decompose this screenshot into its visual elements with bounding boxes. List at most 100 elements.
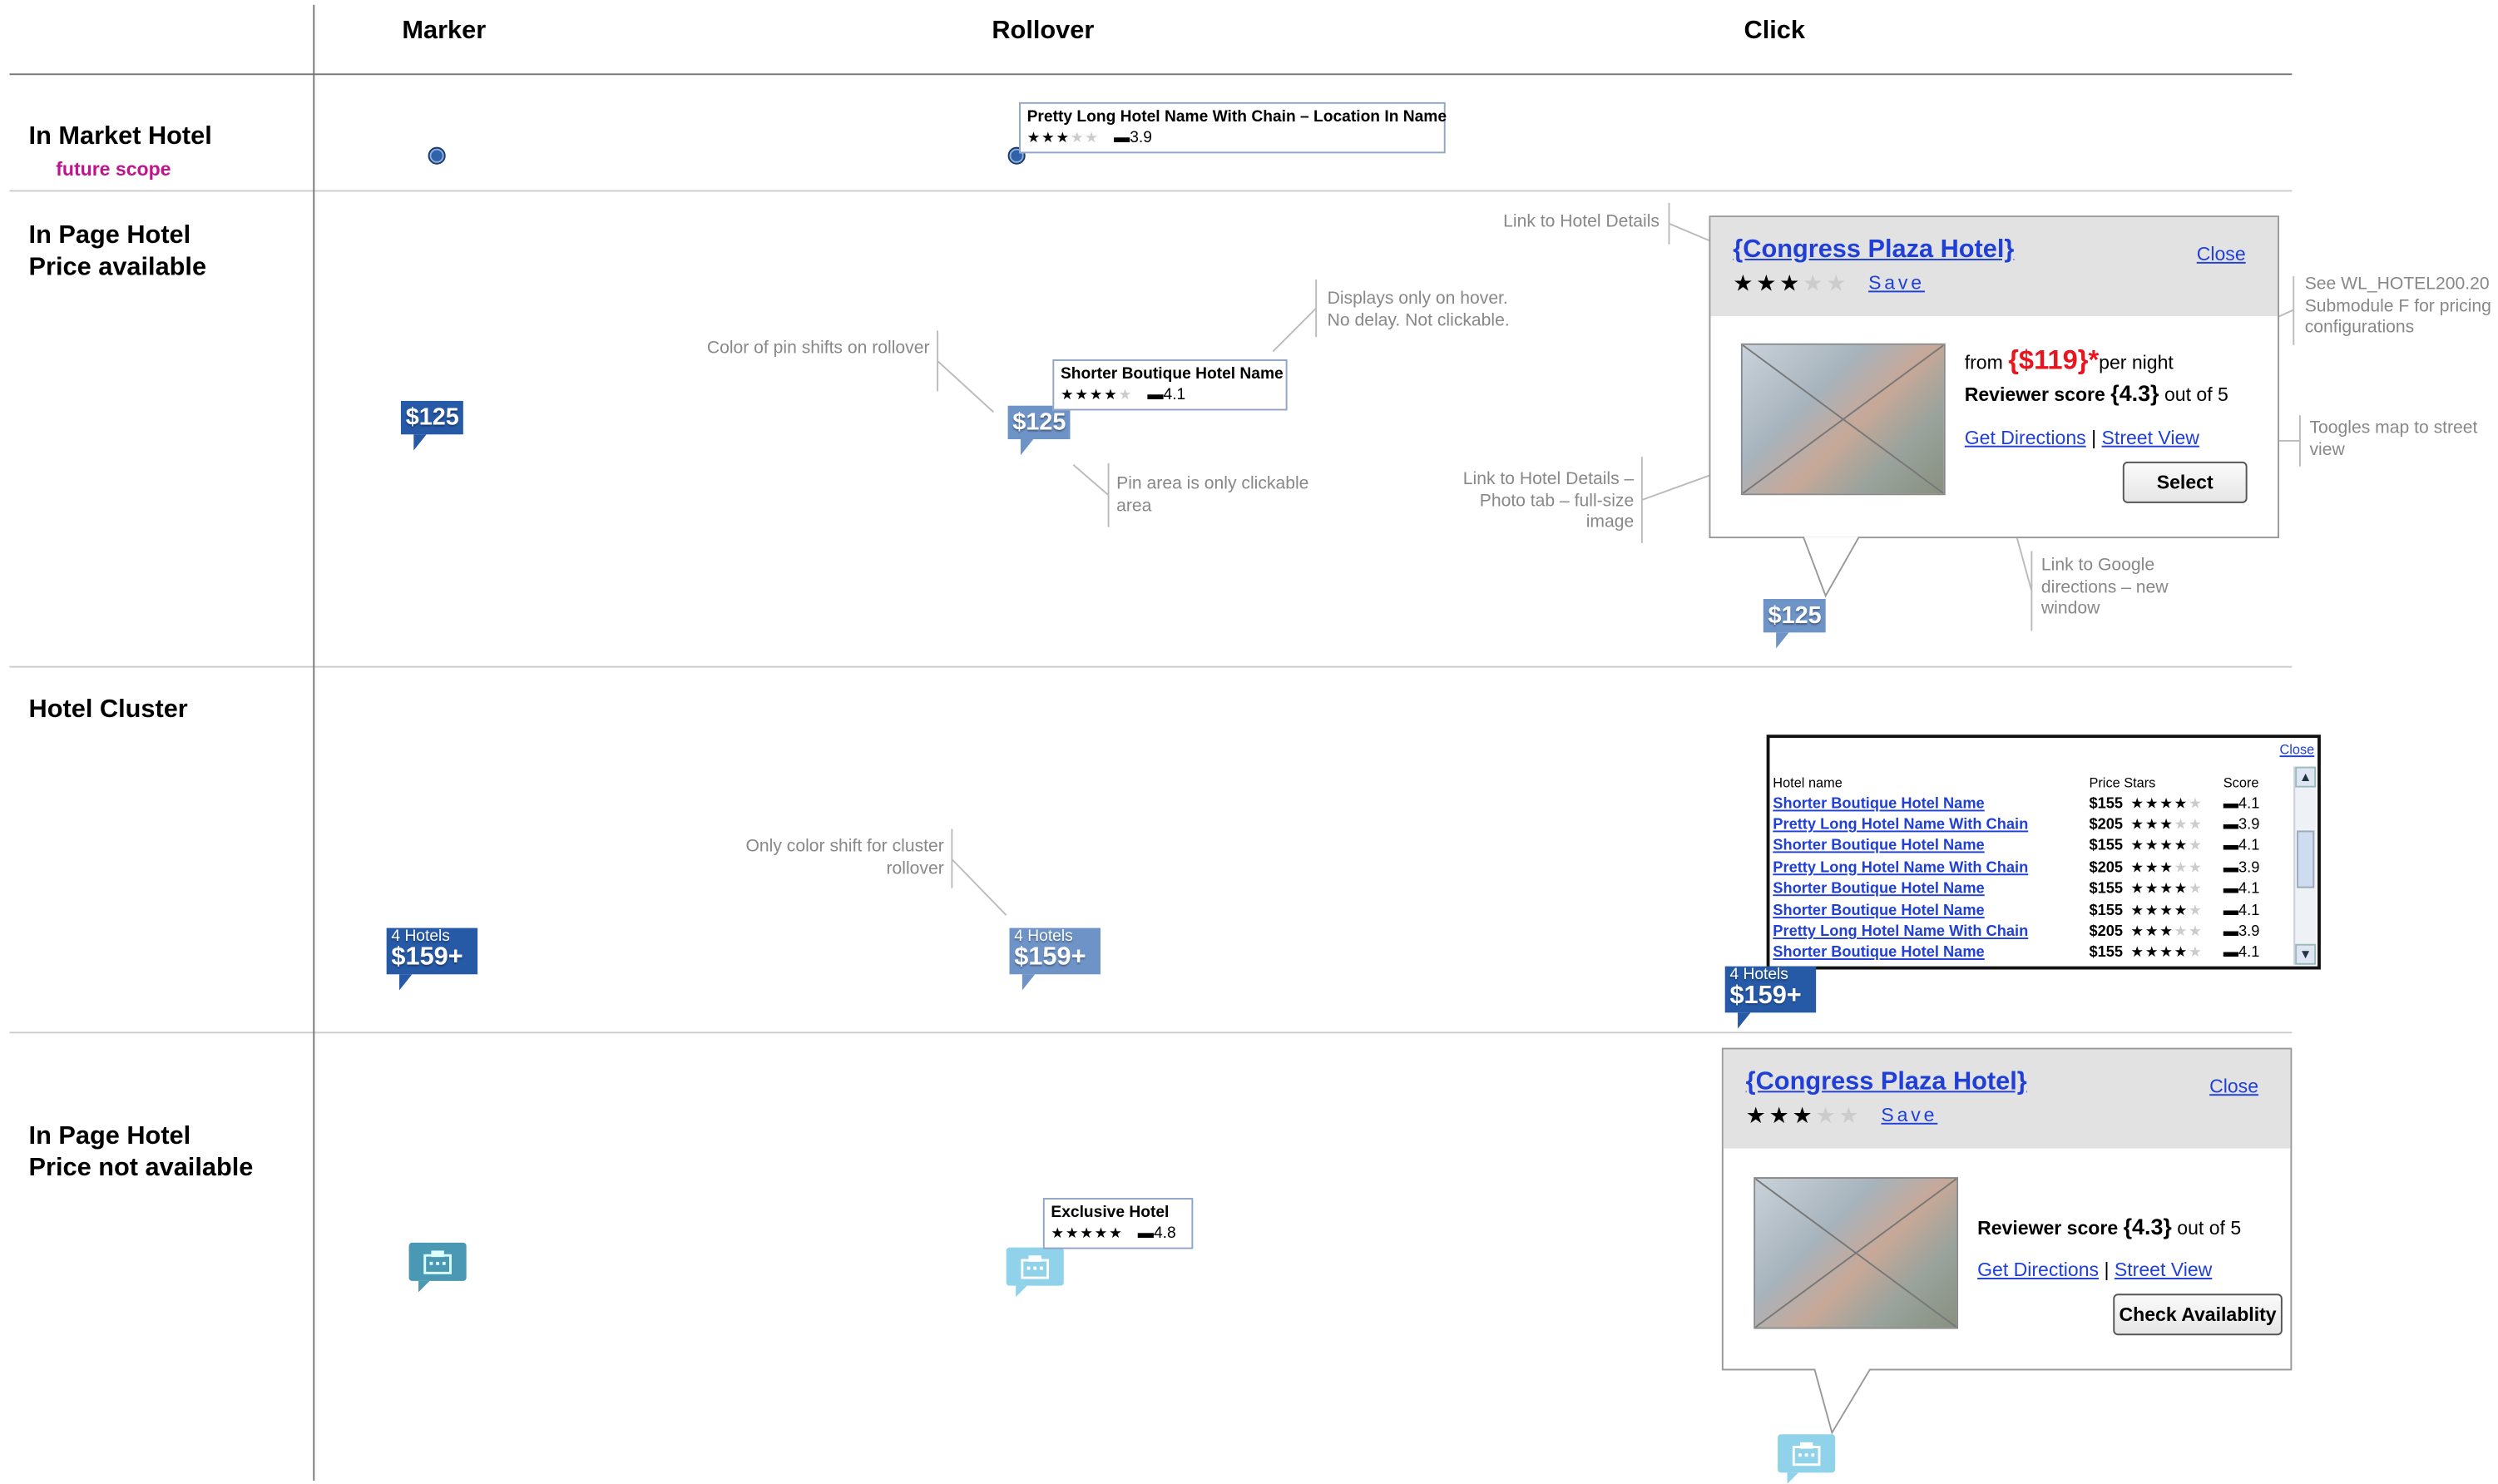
hotel-name-cell: Shorter Boutique Hotel Name xyxy=(1773,878,2089,900)
row-divider xyxy=(9,190,2293,192)
hotel-building-icon[interactable] xyxy=(1778,1434,1836,1484)
tooltip-hotel-name: Shorter Boutique Hotel Name xyxy=(1060,365,1284,383)
stars-cell: ★★★★★ xyxy=(2130,901,2204,918)
score-cell: ▬4.1 xyxy=(2223,837,2260,855)
price-cell: $155 xyxy=(2089,837,2124,855)
tooltip-hotel-name: Exclusive Hotel xyxy=(1051,1204,1170,1222)
check-availability-button[interactable]: Check Availablity xyxy=(2113,1294,2283,1336)
annotation-photo-tab: Link to Hotel Details – Photo tab – full… xyxy=(1462,469,1635,532)
review-score: ▬3.9 xyxy=(1113,129,1152,147)
hotel-name-link[interactable]: Shorter Boutique Hotel Name xyxy=(1773,794,1984,812)
price-pin-hover[interactable]: $125 xyxy=(1007,405,1071,456)
tooltip-hotel-name: Pretty Long Hotel Name With Chain – Loca… xyxy=(1026,108,1447,126)
close-link[interactable]: Close xyxy=(2197,243,2246,265)
review-score: ▬4.8 xyxy=(1137,1224,1176,1243)
price-cell: $155 xyxy=(2089,794,2124,813)
future-scope-note: future scope xyxy=(56,158,171,181)
cluster-pin[interactable]: 4 Hotels $159+ xyxy=(386,928,478,991)
price-cell: $205 xyxy=(2089,858,2124,877)
table-row[interactable]: Shorter Boutique Hotel Name $155 ★★★★★ ▬4.1 xyxy=(1773,793,2292,814)
nightly-price: {$119}* xyxy=(2008,344,2100,376)
score-cell: ▬4.1 xyxy=(2223,880,2260,898)
reviewer-score-line: Reviewer score {4.3} out of 5 xyxy=(1964,379,2228,406)
hotel-building-icon[interactable] xyxy=(1006,1247,1064,1298)
table-row[interactable]: Shorter Boutique Hotel Name $155 ★★★★★ ▬4.1 xyxy=(1773,900,2292,922)
hotel-name-link[interactable]: Shorter Boutique Hotel Name xyxy=(1773,880,1984,898)
hotel-name-link[interactable]: Pretty Long Hotel Name With Chain xyxy=(1773,859,2028,877)
hotel-title-link[interactable]: {Congress Plaza Hotel} xyxy=(1733,236,2255,265)
hotel-photo[interactable] xyxy=(1740,343,1946,496)
get-directions-link[interactable]: Get Directions xyxy=(1977,1259,2099,1281)
price-pin-selected[interactable]: $125 xyxy=(1763,599,1827,649)
close-link[interactable]: Close xyxy=(2209,1075,2258,1097)
card-header: {Congress Plaza Hotel} Close ★★★★★ Save xyxy=(1723,1049,2291,1149)
hotel-name-link[interactable]: Pretty Long Hotel Name With Chain xyxy=(1773,816,2028,834)
header-divider xyxy=(9,73,2293,76)
review-score: ▬4.1 xyxy=(1147,386,1186,404)
price-pin[interactable]: $125 xyxy=(400,400,464,451)
chevron-up-icon[interactable]: ▲ xyxy=(2295,766,2317,788)
save-link[interactable]: Save xyxy=(1881,1104,1937,1126)
stars-cell: ★★★★★ xyxy=(2130,816,2204,833)
star-rating: ★★★★★ xyxy=(1026,129,1100,146)
street-view-link[interactable]: Street View xyxy=(2102,427,2199,449)
table-row[interactable]: Shorter Boutique Hotel Name $155 ★★★★★ ▬4.1 xyxy=(1773,836,2292,858)
annotation-pin-color: Color of pin shifts on rollover xyxy=(706,339,930,359)
star-rating: ★★★★★ Save xyxy=(1745,1101,1938,1128)
hotel-name-link[interactable]: Shorter Boutique Hotel Name xyxy=(1773,944,1984,962)
table-row[interactable]: Shorter Boutique Hotel Name $155 ★★★★★ ▬4.1 xyxy=(1773,942,2292,964)
score-cell: ▬4.1 xyxy=(2223,901,2260,920)
column-header-score: Score xyxy=(2223,774,2259,790)
stars-cell: ★★★★★ xyxy=(2130,858,2204,875)
hover-tooltip: Pretty Long Hotel Name With Chain – Loca… xyxy=(1019,101,1447,154)
card-header: {Congress Plaza Hotel} Close ★★★★★ Save xyxy=(1710,217,2278,317)
score-cell: ▬4.1 xyxy=(2223,794,2260,813)
cluster-pin-selected[interactable]: 4 Hotels $159+ xyxy=(1724,966,1817,1029)
star-rating: ★★★★★ Save xyxy=(1733,270,1925,296)
annotation-hotel-details: Link to Hotel Details xyxy=(1503,212,1660,232)
label-column-divider xyxy=(313,4,315,1481)
select-button[interactable]: Select xyxy=(2122,461,2248,503)
scrollbar-thumb[interactable] xyxy=(2297,830,2315,888)
get-directions-link[interactable]: Get Directions xyxy=(1965,427,2086,449)
table-row[interactable]: Pretty Long Hotel Name With Chain $205 ★★★… xyxy=(1773,921,2292,942)
annotation-pin-area: Pin area is only clickable area xyxy=(1116,474,1309,516)
close-link[interactable]: Close xyxy=(2279,741,2314,757)
annotation-hover: Displays only on hover. No delay. Not cl… xyxy=(1327,289,1510,330)
hover-tooltip: Exclusive Hotel ★★★★★ ▬4.8 xyxy=(1042,1198,1194,1249)
hotel-name-link[interactable]: Shorter Boutique Hotel Name xyxy=(1773,902,1984,919)
hotel-name-cell: Pretty Long Hotel Name With Chain xyxy=(1773,814,2089,836)
column-header-marker: Marker xyxy=(402,17,487,45)
star-rating: ★★★★★ xyxy=(1051,1224,1124,1241)
hotel-building-icon[interactable] xyxy=(408,1242,467,1293)
spec-canvas: Marker Rollover Click In Market Hotel fu… xyxy=(0,0,2498,1484)
row-divider xyxy=(9,665,2293,668)
save-link[interactable]: Save xyxy=(1868,271,1925,294)
hotel-name-cell: Pretty Long Hotel Name With Chain xyxy=(1773,857,2089,878)
hotel-title-link[interactable]: {Congress Plaza Hotel} xyxy=(1746,1069,2268,1098)
hotel-info-card-no-price: {Congress Plaza Hotel} Close ★★★★★ Save R… xyxy=(1721,1047,2293,1371)
price-cell: $155 xyxy=(2089,901,2124,920)
card-pointer xyxy=(1813,1368,1872,1435)
table-row[interactable]: Shorter Boutique Hotel Name $155 ★★★★★ ▬4.1 xyxy=(1773,878,2292,900)
row-divider xyxy=(9,1031,2293,1034)
chevron-down-icon[interactable]: ▼ xyxy=(2295,943,2317,965)
hover-tooltip: Shorter Boutique Hotel Name ★★★★★ ▬4.1 xyxy=(1052,359,1288,411)
column-header-rollover: Rollover xyxy=(992,17,1095,45)
hotel-name-link[interactable]: Pretty Long Hotel Name With Chain xyxy=(1773,923,2028,941)
card-pointer xyxy=(1802,537,1860,598)
column-header-price-stars: Price Stars xyxy=(2089,774,2156,790)
table-row[interactable]: Pretty Long Hotel Name With Chain $205 ★★★… xyxy=(1773,814,2292,836)
table-row[interactable]: Pretty Long Hotel Name With Chain $205 ★★★… xyxy=(1773,857,2292,878)
score-cell: ▬3.9 xyxy=(2223,923,2260,941)
street-view-link[interactable]: Street View xyxy=(2115,1259,2212,1281)
row-title-hotel-cluster: Hotel Cluster xyxy=(28,696,188,724)
map-dot-icon[interactable] xyxy=(428,146,446,165)
column-header-click: Click xyxy=(1744,17,1805,45)
annotation-street-view: Toogles map to street view xyxy=(2309,418,2478,460)
hotel-name-link[interactable]: Shorter Boutique Hotel Name xyxy=(1773,838,1984,855)
price-cell: $155 xyxy=(2089,944,2124,962)
scrollbar[interactable]: ▲ ▼ xyxy=(2293,766,2317,965)
hotel-photo[interactable] xyxy=(1754,1177,1959,1329)
cluster-pin-hover[interactable]: 4 Hotels $159+ xyxy=(1009,928,1101,991)
